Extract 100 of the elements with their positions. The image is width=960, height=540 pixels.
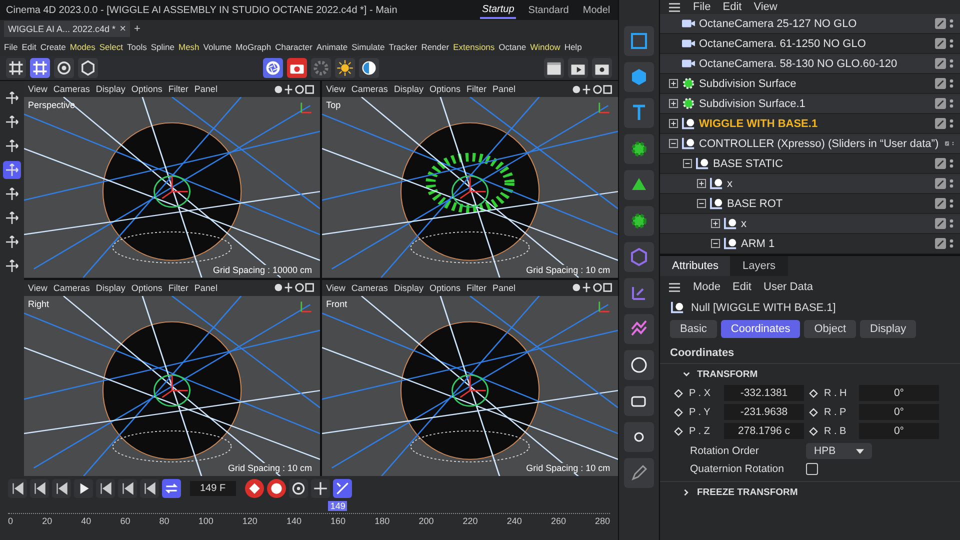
tool-icon[interactable] [3,233,21,251]
tool-icon[interactable] [3,209,21,227]
viewport[interactable]: View Cameras Display Options Filter Panel Top Grid Spacing : 10 cm [322,81,618,278]
expand-toggle-icon[interactable] [697,199,706,208]
viewport-menu-item[interactable]: Display [96,84,126,94]
viewport-menu-item[interactable]: Cameras [53,282,90,292]
viewport-menu-item[interactable]: Filter [466,282,486,292]
attributes-menu-item[interactable]: Edit [732,281,752,293]
expand-toggle-icon[interactable] [669,79,678,88]
menu-item[interactable]: MoGraph [236,42,272,52]
attribute-page-tab[interactable]: Object [804,320,856,338]
wand-icon[interactable] [332,479,352,498]
number-field[interactable]: 0° [859,404,939,420]
edit-tag-icon[interactable] [935,238,946,249]
palette-button[interactable] [624,386,654,416]
menu-item[interactable]: Edit [22,42,36,52]
menu-item[interactable]: Octane [498,42,526,52]
menu-item[interactable]: Animate [316,42,348,52]
number-field[interactable]: -231.9638 [724,404,804,420]
viewport-menu-item[interactable]: Display [96,282,126,292]
object-manager-menu-item[interactable]: View [754,1,778,13]
viewport-menu-item[interactable]: Options [131,282,162,292]
tool-icon[interactable] [3,137,21,155]
visibility-dots-icon[interactable] [949,58,954,69]
playback-control-icon[interactable] [118,479,137,498]
view-navigation-icons[interactable] [570,84,614,94]
visibility-dots-icon[interactable] [949,218,954,229]
expand-toggle-icon[interactable] [697,179,706,188]
palette-button[interactable] [624,458,654,488]
menu-icon[interactable] [668,282,681,292]
clapperboard-icon[interactable] [544,58,564,78]
expand-toggle-icon[interactable] [711,239,720,248]
clapperboard-play-icon[interactable] [568,58,588,78]
frame-field[interactable]: 149 F [190,481,236,496]
object-row[interactable]: Subdivision Surface.1 [660,94,960,114]
playback-control-icon[interactable] [52,479,71,498]
playback-control-icon[interactable] [96,479,115,498]
viewport-menu-item[interactable]: Display [394,282,424,292]
attribute-page-tab[interactable]: Basic [670,320,717,338]
number-field[interactable]: 0° [859,385,939,401]
viewport-menu-item[interactable]: Options [429,282,460,292]
viewport-menu-item[interactable]: Options [429,84,460,94]
edit-tag-icon[interactable] [935,78,946,89]
visibility-dots-icon[interactable] [949,118,954,129]
playback-control-icon[interactable] [30,479,49,498]
keyframe-diamond-icon[interactable] [674,388,683,398]
menu-item[interactable]: Create [40,42,66,52]
number-field[interactable]: 0° [859,423,939,439]
menu-item[interactable]: Help [564,42,582,52]
sun-icon[interactable] [335,58,356,78]
palette-button[interactable] [624,422,654,452]
menu-item[interactable]: Tools [127,42,147,52]
number-field[interactable]: 278.1796 c [724,423,804,439]
viewport-menu-item[interactable]: Filter [168,282,188,292]
palette-button[interactable] [624,62,654,92]
viewport-menu-item[interactable]: Panel [492,282,516,292]
loop-icon[interactable] [162,479,181,498]
keyframe-diamond-icon[interactable] [809,408,818,416]
viewport-menu-item[interactable]: Panel [492,84,516,94]
palette-button[interactable] [624,170,654,200]
object-manager-menu-item[interactable]: Edit [722,1,742,13]
object-row[interactable]: OctaneCamera. 58-130 NO GLO.60-120 [660,54,960,74]
edit-tag-icon[interactable] [935,158,946,169]
viewport-menu-item[interactable]: View [326,84,346,94]
object-row[interactable]: x [660,174,960,194]
expand-toggle-icon[interactable] [669,99,678,108]
edit-tag-icon[interactable] [935,178,946,189]
expand-toggle-icon[interactable] [711,219,720,228]
visibility-dots-icon[interactable] [949,178,954,189]
menu-item[interactable]: Simulate [352,42,385,52]
camera-icon[interactable] [287,58,308,78]
menu-item[interactable]: Modes [70,42,96,52]
edit-tag-icon[interactable] [935,218,946,229]
checkbox[interactable] [806,463,818,475]
viewport[interactable]: View Cameras Display Options Filter Panel Right Grid Spacing : 10 cm [24,280,320,476]
viewport-menu-item[interactable]: Display [394,84,424,94]
object-manager-menu-item[interactable]: File [693,1,711,13]
playhead[interactable]: 149 [328,501,348,511]
visibility-dots-icon[interactable] [949,38,954,49]
keyframe-diamond-icon[interactable] [809,426,818,436]
viewport-menu-item[interactable]: View [28,84,48,94]
clapperboard-gear-icon[interactable] [592,58,612,78]
tool-icon[interactable] [3,257,21,275]
visibility-dots-icon[interactable] [949,158,954,169]
viewport-menu-item[interactable]: Cameras [351,282,388,292]
menu-item[interactable]: Render [421,42,450,52]
target-icon[interactable] [288,479,308,498]
playback-control-icon[interactable] [140,479,159,498]
new-tab-button[interactable]: + [134,23,140,35]
palette-button[interactable] [624,206,654,236]
layout-tab[interactable]: Standard [526,2,571,18]
keyframe-diamond-icon[interactable] [809,388,818,398]
viewport[interactable]: View Cameras Display Options Filter Panel Perspective Grid Spacing : 10000 cm [24,81,320,278]
viewport-menu-item[interactable]: Cameras [351,84,388,94]
keyframe-diamond-icon[interactable] [674,426,683,436]
expand-toggle-icon[interactable] [683,159,692,168]
menu-item[interactable]: File [4,42,18,52]
aperture-icon[interactable] [263,58,284,78]
viewport-menu-item[interactable]: Filter [168,84,188,94]
menu-item[interactable]: Volume [203,42,232,52]
